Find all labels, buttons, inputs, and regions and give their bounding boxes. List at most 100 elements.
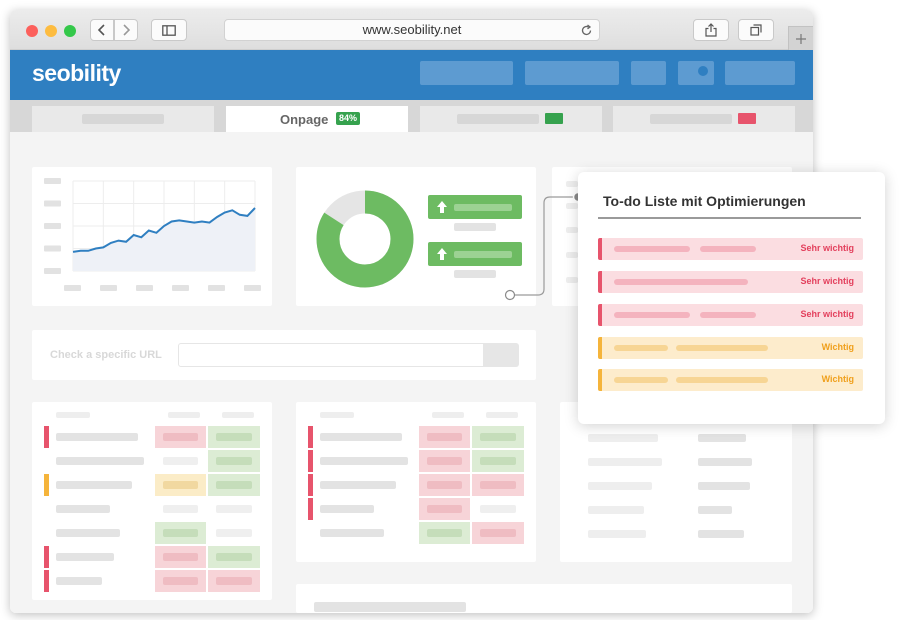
reload-icon[interactable] (580, 23, 593, 43)
row-severity-red (44, 426, 49, 448)
new-tab-button[interactable] (788, 26, 813, 50)
table-row[interactable] (56, 553, 114, 561)
table-row[interactable] (56, 505, 110, 513)
metric-cell-bad[interactable] (419, 426, 470, 448)
metric-cell-bad[interactable] (155, 546, 206, 568)
todo-text-placeholder (614, 377, 668, 383)
back-button[interactable] (90, 19, 114, 41)
metric-cell-bad[interactable] (155, 570, 206, 592)
metric-cell-good[interactable] (208, 426, 260, 448)
todo-item[interactable]: Sehr wichtig (598, 238, 863, 260)
metric-cell-bad[interactable] (472, 522, 524, 544)
metric-cell-bad[interactable] (155, 426, 206, 448)
table-row[interactable] (56, 481, 132, 489)
placeholder (566, 277, 578, 283)
seobility-logo[interactable]: seobility (32, 60, 121, 87)
forward-button[interactable] (114, 19, 138, 41)
x-tick-label-placeholder (244, 285, 261, 291)
table-row[interactable] (56, 577, 102, 585)
improvement-indicator-2[interactable] (428, 242, 522, 266)
nav-item-2[interactable] (525, 61, 619, 85)
placeholder (588, 458, 662, 466)
tabs-overview-button[interactable] (738, 19, 774, 41)
tab-dashboard[interactable] (32, 106, 214, 132)
priority-label: Wichtig (821, 342, 854, 352)
todo-text-placeholder (614, 279, 748, 285)
metric-cell[interactable] (208, 522, 260, 544)
metric-cell-good[interactable] (208, 474, 260, 496)
url-check-label: Check a specific URL (50, 349, 162, 361)
metric-cell-bad[interactable] (419, 450, 470, 472)
nav-item-3[interactable] (631, 61, 666, 85)
indicator-bar (454, 251, 512, 258)
nav-item-1[interactable] (420, 61, 513, 85)
todo-item[interactable]: Wichtig (598, 337, 863, 359)
metric-cell-good[interactable] (472, 426, 524, 448)
address-bar[interactable]: www.seobility.net (224, 19, 600, 41)
issues-table-card-3 (560, 402, 792, 562)
placeholder (698, 434, 746, 442)
column-header-placeholder (56, 412, 90, 418)
priority-label: Sehr wichtig (800, 276, 854, 286)
metric-cell-good[interactable] (472, 450, 524, 472)
tab-strip: Onpage 84% (10, 100, 813, 132)
close-window-button[interactable] (26, 25, 38, 37)
row-severity-red (44, 546, 49, 568)
sidebar-toggle-button[interactable] (151, 19, 187, 41)
metric-cell-good[interactable] (155, 522, 206, 544)
metric-cell-good[interactable] (208, 546, 260, 568)
todo-item[interactable]: Sehr wichtig (598, 304, 863, 326)
todo-item[interactable]: Sehr wichtig (598, 271, 863, 293)
tab-rankings[interactable] (613, 106, 795, 132)
table-row[interactable] (320, 433, 402, 441)
table-row[interactable] (56, 433, 138, 441)
table-row[interactable] (320, 505, 374, 513)
metric-cell-bad[interactable] (419, 498, 470, 520)
metric-cell-bad[interactable] (419, 474, 470, 496)
table-row[interactable] (320, 529, 384, 537)
title-divider (598, 217, 861, 219)
metric-cell-bad[interactable] (208, 570, 260, 592)
tab-onpage[interactable]: Onpage 84% (226, 106, 408, 132)
metric-cell-good[interactable] (208, 450, 260, 472)
minimize-window-button[interactable] (45, 25, 57, 37)
metric-cell-good[interactable] (419, 522, 470, 544)
priority-label: Sehr wichtig (800, 243, 854, 253)
metric-cell-warning[interactable] (155, 474, 206, 496)
nav-item-account[interactable] (725, 61, 795, 85)
score-donut-card (296, 167, 536, 306)
share-button[interactable] (693, 19, 729, 41)
app-header: seobility (10, 50, 813, 100)
table-row[interactable] (56, 457, 144, 465)
tab-label-placeholder (82, 114, 164, 124)
y-tick-label-placeholder (44, 223, 61, 229)
column-header-placeholder (486, 412, 518, 418)
x-tick-label-placeholder (100, 285, 117, 291)
y-tick-label-placeholder (44, 178, 61, 184)
url-check-button[interactable] (483, 343, 519, 367)
improvement-indicator-1[interactable] (428, 195, 522, 219)
tab-backlinks[interactable] (420, 106, 602, 132)
tab-status-red-badge (738, 113, 756, 124)
table-row[interactable] (320, 481, 396, 489)
todo-item[interactable]: Wichtig (598, 369, 863, 391)
table-row[interactable] (56, 529, 120, 537)
indicator-caption-placeholder (454, 270, 496, 278)
nav-item-notifications[interactable] (678, 61, 714, 85)
table-row[interactable] (320, 457, 408, 465)
metric-cell[interactable] (208, 498, 260, 520)
row-severity-red (308, 426, 313, 448)
todo-popup-title: To-do Liste mit Optimierungen (603, 193, 806, 209)
metric-cell[interactable] (155, 450, 206, 472)
trend-line-chart (44, 178, 261, 291)
metric-cell[interactable] (472, 498, 524, 520)
url-check-input[interactable] (178, 343, 518, 367)
arrow-up-icon (437, 248, 447, 260)
placeholder (698, 458, 752, 466)
metric-cell-bad[interactable] (472, 474, 524, 496)
trend-chart-card (32, 167, 272, 306)
arrow-up-icon (437, 201, 447, 213)
column-header-placeholder (222, 412, 254, 418)
metric-cell[interactable] (155, 498, 206, 520)
zoom-window-button[interactable] (64, 25, 76, 37)
